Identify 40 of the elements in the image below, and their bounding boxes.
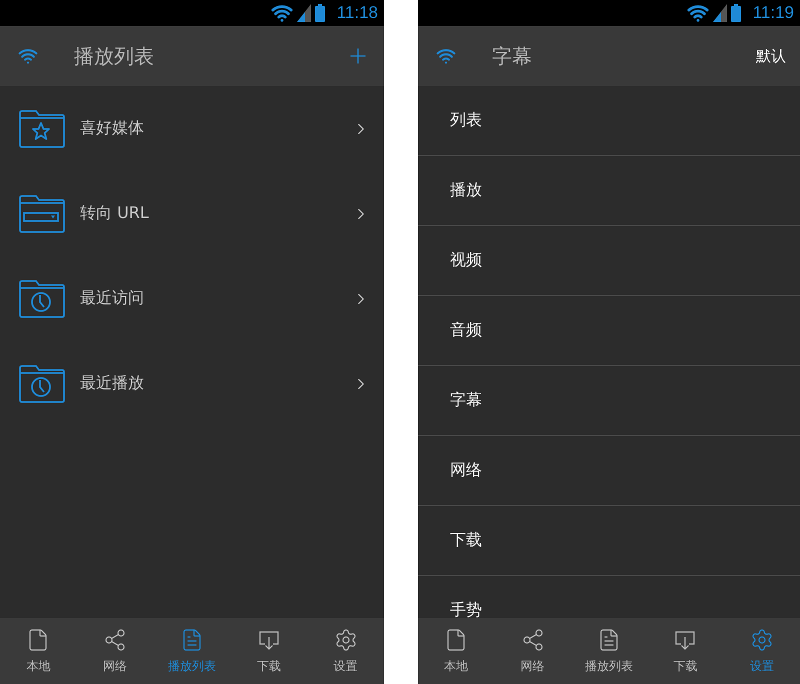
- nav-tab[interactable]: 网络: [76, 618, 154, 684]
- status-time: 11:18: [336, 3, 378, 23]
- settings-item[interactable]: 字幕: [418, 366, 800, 436]
- clock-folder-icon: [18, 364, 66, 404]
- nav-tab[interactable]: 下载: [647, 618, 724, 684]
- nav-tab[interactable]: 设置: [307, 618, 384, 684]
- signal-icon: [296, 4, 311, 22]
- settings-item[interactable]: 下载: [418, 506, 800, 576]
- wifi-icon: [18, 46, 38, 66]
- settings-item[interactable]: 音频: [418, 296, 800, 366]
- playlist-item[interactable]: 最近播放: [80, 373, 338, 394]
- battery-icon: [314, 4, 325, 22]
- nav-tab[interactable]: 本地: [418, 618, 494, 684]
- settings-item[interactable]: 列表: [418, 86, 800, 156]
- screen-title: 字幕: [492, 42, 533, 70]
- nav-tab[interactable]: 播放列表: [570, 618, 648, 684]
- share-icon: [520, 628, 545, 652]
- playlist-item[interactable]: 最近访问: [80, 288, 338, 309]
- settings-icon: [750, 628, 774, 652]
- address-folder-icon: [18, 194, 66, 234]
- share-icon: [103, 628, 128, 652]
- settings-item[interactable]: 网络: [418, 436, 800, 506]
- playlist-item[interactable]: 喜好媒体: [80, 118, 338, 139]
- screen-title: 播放列表: [74, 42, 155, 70]
- nav-tab[interactable]: 下载: [230, 618, 308, 684]
- signal-icon: [712, 4, 727, 22]
- status-time: 11:19: [752, 3, 794, 23]
- star-folder-icon: [18, 108, 66, 148]
- nav-tab[interactable]: 本地: [0, 618, 77, 684]
- settings-icon: [334, 628, 358, 652]
- playlist-item[interactable]: 转向 URL: [80, 203, 338, 224]
- battery-icon: [730, 4, 741, 22]
- nav-tab[interactable]: 网络: [494, 618, 571, 684]
- default-button[interactable]: 默认: [756, 42, 786, 70]
- wifi-icon: [436, 46, 456, 66]
- wifi-status-icon: [686, 2, 709, 24]
- wifi-status-icon: [270, 2, 293, 24]
- clock-folder-icon: [18, 278, 66, 318]
- settings-item[interactable]: 播放: [418, 156, 800, 226]
- settings-item[interactable]: 视频: [418, 226, 800, 296]
